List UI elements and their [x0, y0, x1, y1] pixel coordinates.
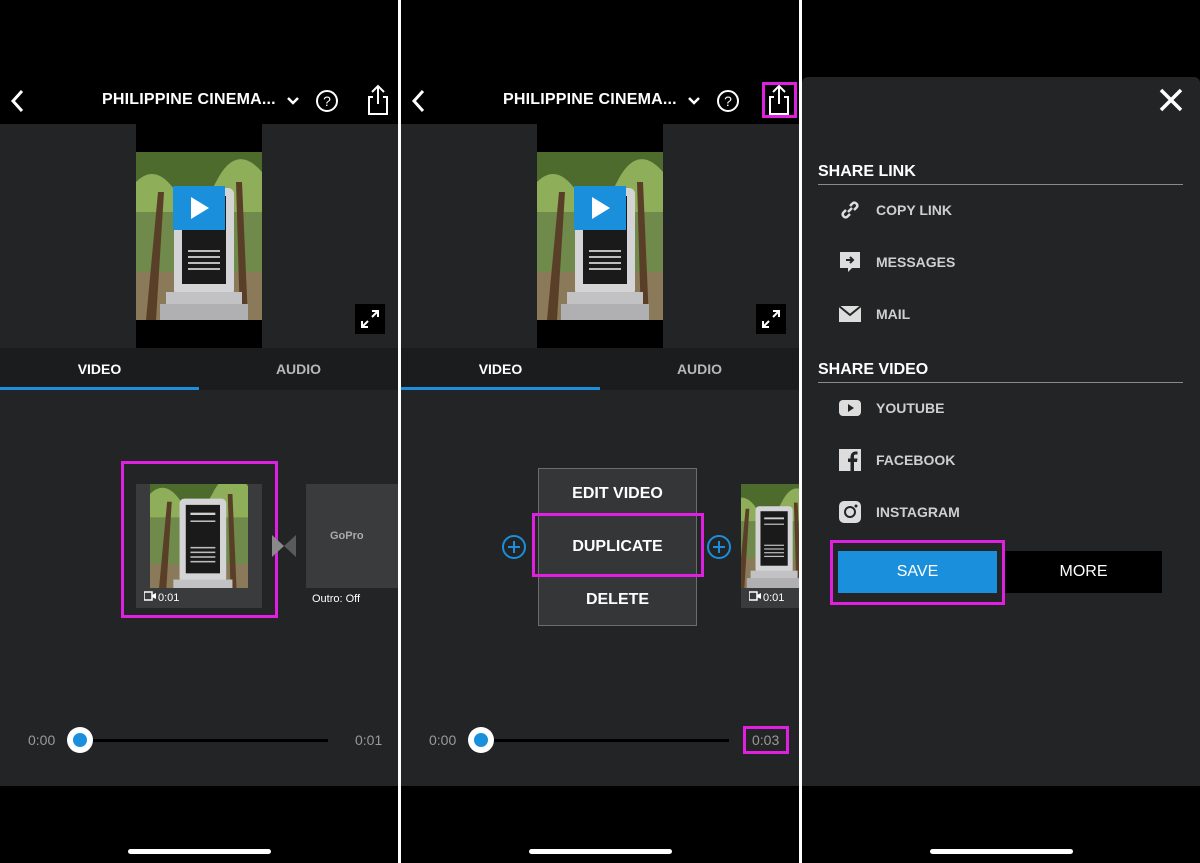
clip-timeline: 0:01 GoPro Outro: Off 0:00 0:01 [0, 390, 398, 786]
editor-tabs: VIDEO AUDIO [0, 348, 398, 390]
instagram-option[interactable]: INSTAGRAM [838, 500, 1138, 524]
youtube-label: YOUTUBE [876, 400, 945, 416]
copy-link-option[interactable]: COPY LINK [838, 198, 1138, 222]
messages-option[interactable]: MESSAGES [838, 250, 1138, 274]
tab-video[interactable]: VIDEO [0, 361, 199, 377]
share-highlight [762, 82, 797, 118]
top-bar: PHILIPPINE CINEMA... ? [0, 78, 398, 124]
end-time-highlight [743, 726, 789, 754]
divider [818, 184, 1183, 185]
mail-option[interactable]: MAIL [838, 302, 1138, 326]
expand-icon[interactable] [756, 304, 786, 334]
back-arrow-icon[interactable] [407, 86, 429, 116]
help-icon[interactable]: ? [716, 89, 740, 113]
mail-icon [838, 305, 862, 322]
clip-thumbnail [741, 484, 799, 588]
timeline-start-time: 0:00 [28, 732, 56, 748]
home-indicator[interactable] [529, 849, 672, 854]
save-highlight [830, 540, 1005, 605]
transition-icon[interactable] [272, 535, 296, 557]
chevron-down-icon[interactable] [687, 92, 701, 110]
svg-text:?: ? [323, 93, 331, 109]
instagram-label: INSTAGRAM [876, 504, 960, 520]
mail-label: MAIL [876, 306, 911, 322]
edit-video-option[interactable]: EDIT VIDEO [539, 485, 696, 503]
editor-tabs: VIDEO AUDIO [401, 348, 799, 390]
plus-icon[interactable] [502, 535, 526, 559]
outro-label: Outro: Off [312, 593, 361, 605]
messages-label: MESSAGES [876, 254, 956, 270]
timeline-track[interactable] [80, 739, 328, 742]
timeline-start-time: 0:00 [429, 732, 457, 748]
tab-audio[interactable]: AUDIO [199, 361, 398, 377]
timeline-scrubber[interactable] [67, 727, 93, 753]
facebook-label: FACEBOOK [876, 452, 956, 468]
duplicate-highlight [532, 513, 704, 577]
facebook-icon [839, 449, 861, 471]
share-video-heading: SHARE VIDEO [818, 361, 929, 378]
youtube-option[interactable]: YOUTUBE [838, 396, 1138, 420]
timeline-scrubber[interactable] [468, 727, 494, 753]
facebook-option[interactable]: FACEBOOK [838, 448, 1138, 472]
link-icon [841, 201, 859, 219]
outro-clip[interactable]: GoPro [306, 484, 398, 588]
clip-timeline: EDIT VIDEO DUPLICATE DELETE 0:01 0:00 0:… [401, 390, 799, 786]
expand-icon[interactable] [355, 304, 385, 334]
home-indicator[interactable] [930, 849, 1073, 854]
youtube-icon [839, 400, 861, 416]
play-icon [592, 197, 610, 219]
play-button[interactable] [574, 186, 626, 230]
share-link-heading: SHARE LINK [818, 163, 916, 180]
share-sheet: SHARE LINK COPY LINK MESSAGES MAIL SHARE… [802, 77, 1200, 786]
back-arrow-icon[interactable] [6, 86, 28, 116]
project-title[interactable]: PHILIPPINE CINEMA... [102, 91, 276, 109]
timeline-track[interactable] [481, 739, 729, 742]
delete-option[interactable]: DELETE [539, 591, 696, 609]
copy-link-label: COPY LINK [876, 202, 952, 218]
tab-video[interactable]: VIDEO [401, 361, 600, 377]
more-button[interactable]: MORE [1005, 551, 1162, 593]
clip-highlight [121, 461, 278, 618]
play-button[interactable] [173, 186, 225, 230]
duplicated-clip[interactable]: 0:01 [741, 484, 799, 608]
play-icon [191, 197, 209, 219]
chevron-down-icon[interactable] [286, 92, 300, 110]
video-camera-icon [749, 591, 761, 601]
video-preview [401, 124, 799, 348]
messages-icon [840, 252, 860, 272]
share-screen: SHARE LINK COPY LINK MESSAGES MAIL SHARE… [802, 0, 1200, 863]
video-player[interactable] [136, 124, 262, 348]
svg-text:?: ? [724, 93, 732, 109]
share-icon[interactable] [366, 84, 390, 116]
video-thumbnail [136, 152, 262, 320]
close-icon[interactable] [1158, 87, 1184, 113]
editor-screen-clip-menu: PHILIPPINE CINEMA... ? VIDEO AUDIO EDIT … [401, 0, 799, 863]
help-icon[interactable]: ? [315, 89, 339, 113]
top-bar: PHILIPPINE CINEMA... ? [401, 78, 799, 124]
project-title[interactable]: PHILIPPINE CINEMA... [503, 91, 677, 109]
gopro-logo: GoPro [330, 530, 364, 542]
editor-screen-video: PHILIPPINE CINEMA... ? VIDEO AUDIO 0:01 … [0, 0, 398, 863]
video-player[interactable] [537, 124, 663, 348]
plus-icon[interactable] [707, 535, 731, 559]
instagram-icon [839, 501, 861, 523]
video-preview [0, 124, 398, 348]
divider [818, 382, 1183, 383]
tab-audio[interactable]: AUDIO [600, 361, 799, 377]
clip-duration: 0:01 [763, 592, 785, 604]
home-indicator[interactable] [128, 849, 271, 854]
timeline-end-time: 0:01 [355, 732, 383, 748]
video-thumbnail [537, 152, 663, 320]
